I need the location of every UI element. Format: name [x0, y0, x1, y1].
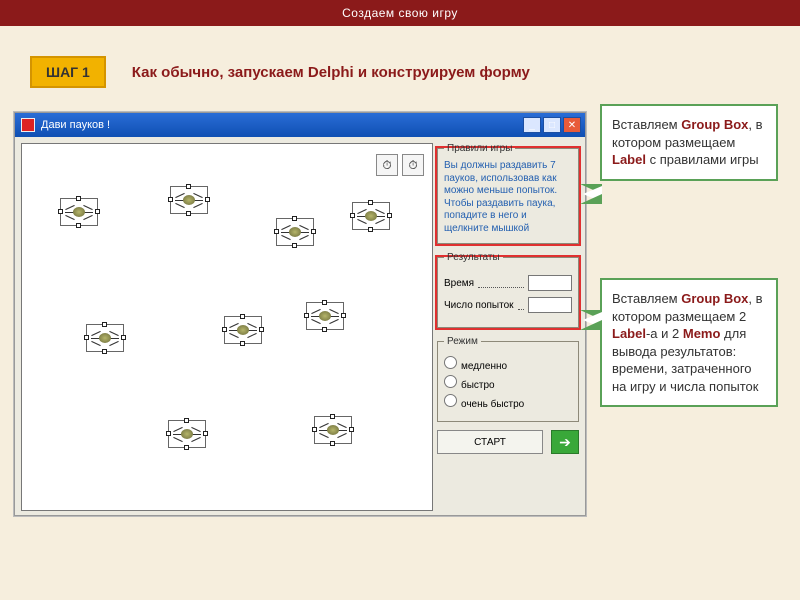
game-canvas: ⏱ ⏱: [21, 143, 433, 511]
slide-header: Создаем свою игру: [0, 0, 800, 26]
maximize-button[interactable]: □: [543, 117, 561, 133]
step-title: Как обычно, запускаем Delphi и конструир…: [132, 64, 530, 81]
results-legend: Результаты: [444, 252, 503, 263]
window-titlebar[interactable]: Дави пауков ! _ □ ✕: [15, 113, 585, 137]
step-row: ШАГ 1 Как обычно, запускаем Delphi и кон…: [0, 26, 800, 94]
main-area: Дави пауков ! _ □ ✕ ⏱ ⏱: [0, 94, 800, 114]
mode-groupbox[interactable]: Режим медленно быстро очень быстро: [437, 336, 579, 422]
delphi-form-window: Дави пауков ! _ □ ✕ ⏱ ⏱: [14, 112, 586, 516]
spider-image[interactable]: [276, 218, 314, 246]
time-label: Время: [444, 278, 474, 289]
dots-filler: [478, 279, 524, 288]
timer-icon-1[interactable]: ⏱: [376, 154, 398, 176]
step-badge: ШАГ 1: [30, 56, 106, 88]
mode-option-slow[interactable]: медленно: [444, 356, 572, 372]
callout-results-groupbox: Вставляем Group Box, в котором размещаем…: [600, 278, 778, 407]
start-button[interactable]: СТАРТ: [437, 430, 543, 454]
go-arrow-button[interactable]: ➔: [551, 430, 579, 454]
delphi-icon: [21, 118, 35, 132]
spider-image[interactable]: [168, 420, 206, 448]
spider-image[interactable]: [86, 324, 124, 352]
spider-image[interactable]: [352, 202, 390, 230]
attempts-memo[interactable]: [528, 297, 572, 313]
minimize-button[interactable]: _: [523, 117, 541, 133]
time-memo[interactable]: [528, 275, 572, 291]
attempts-label: Число попыток: [444, 300, 514, 311]
close-button[interactable]: ✕: [563, 117, 581, 133]
mode-legend: Режим: [444, 336, 481, 347]
spider-image[interactable]: [170, 186, 208, 214]
spider-image[interactable]: [60, 198, 98, 226]
spider-image[interactable]: [314, 416, 352, 444]
rules-label: Вы должны раздавить 7 пауков, использова…: [444, 160, 572, 235]
dots-filler: [518, 301, 524, 310]
mode-option-veryfast[interactable]: очень быстро: [444, 394, 572, 410]
callout-rules-groupbox: Вставляем Group Box, в котором размещаем…: [600, 104, 778, 181]
mode-option-fast[interactable]: быстро: [444, 375, 572, 391]
timer-icon-2[interactable]: ⏱: [402, 154, 424, 176]
rules-groupbox[interactable]: Правили игры Вы должны раздавить 7 пауко…: [437, 143, 579, 244]
spider-image[interactable]: [306, 302, 344, 330]
rules-legend: Правили игры: [444, 143, 515, 154]
results-groupbox[interactable]: Результаты Время Число попыток: [437, 252, 579, 328]
spider-image[interactable]: [224, 316, 262, 344]
window-title: Дави пауков !: [41, 119, 110, 131]
